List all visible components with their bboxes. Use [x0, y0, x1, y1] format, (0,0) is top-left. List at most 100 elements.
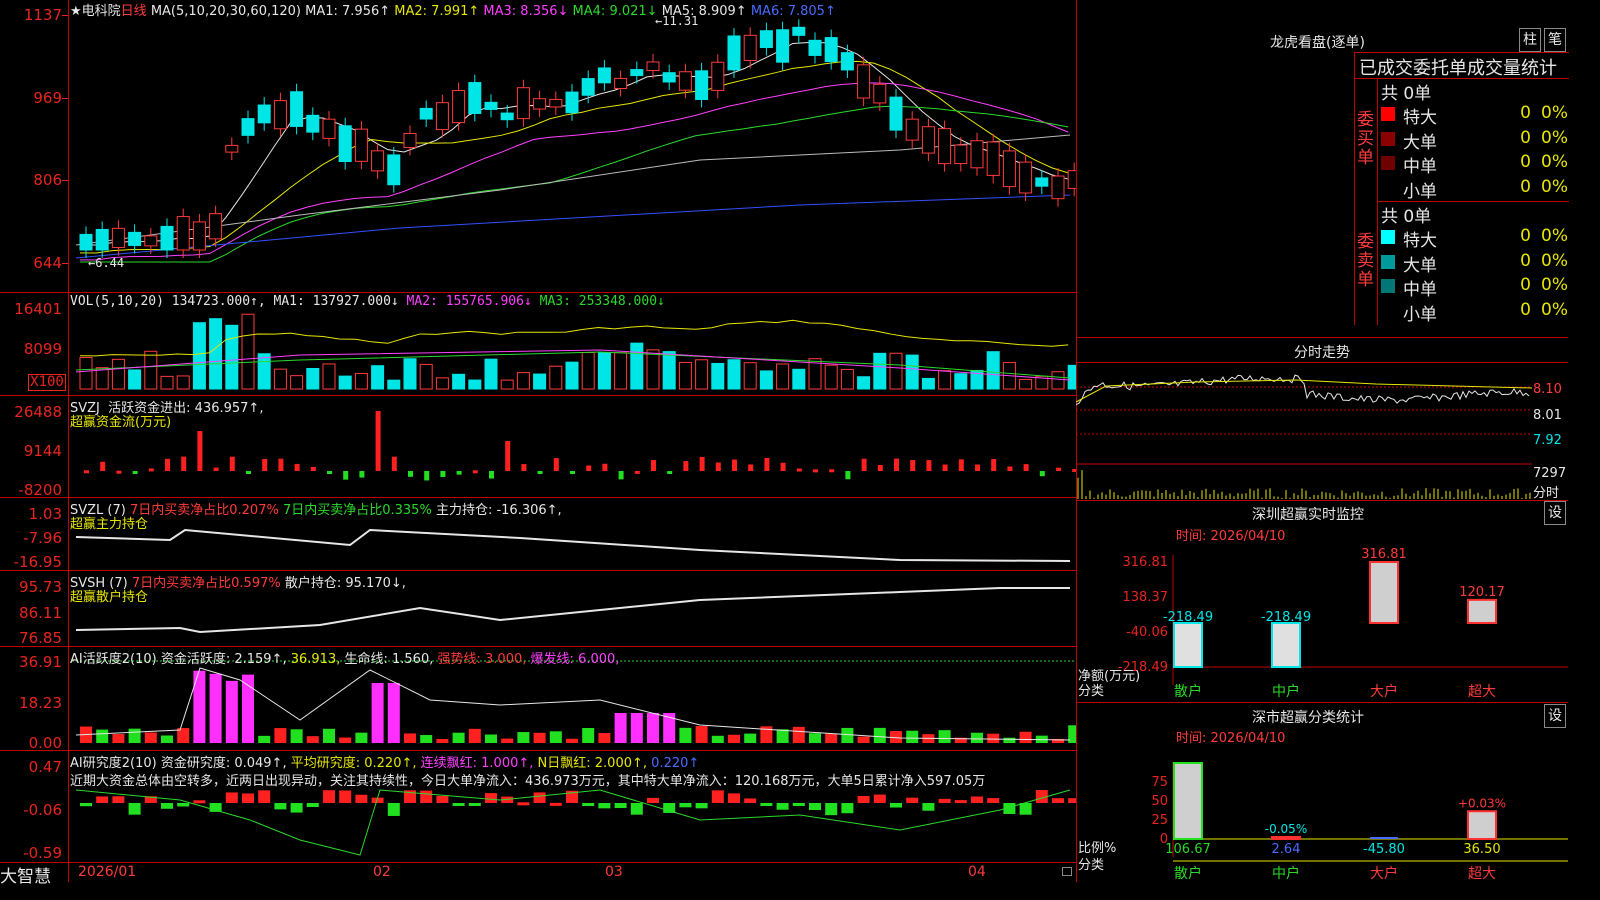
- kline-chart[interactable]: [0, 0, 1076, 882]
- monitor-bar-label: -218.49: [1163, 610, 1213, 625]
- candle: [241, 118, 255, 136]
- fund-flow-bar: [148, 468, 154, 472]
- ai-active-title: AI活跃度2(10): [70, 652, 157, 667]
- candle: [452, 90, 466, 124]
- candle: [1002, 150, 1016, 188]
- candle: [500, 112, 514, 121]
- candle: [986, 141, 1000, 176]
- candle: [144, 235, 158, 247]
- ai-lifeline: 生命线: 1.560,: [344, 652, 434, 667]
- svzl-net-a: 7日内买卖净占比0.207%: [129, 503, 279, 518]
- vol-ma-value-2: MA2: 155765.906↓: [398, 294, 532, 309]
- candle: [581, 78, 595, 96]
- fund-flow-bar: [262, 458, 268, 471]
- vol-bar: [354, 372, 368, 390]
- sz-bar-tag: +0.03%: [1458, 796, 1506, 810]
- candle: [79, 233, 93, 251]
- activity-bar: [582, 727, 595, 743]
- vol-bar: [452, 373, 466, 390]
- lock-icon[interactable]: [1062, 867, 1072, 876]
- monitor-category: 大户: [1370, 683, 1398, 700]
- fund-flow-bar: [489, 471, 494, 479]
- color-swatch: [1381, 180, 1395, 195]
- monitor-settings-button[interactable]: 设: [1544, 501, 1566, 525]
- vol-bar: [111, 358, 125, 390]
- fund-flow-bar: [829, 469, 835, 473]
- order-type: 大单: [1403, 132, 1437, 153]
- fund-flow-bar: [537, 471, 543, 474]
- order-count: 0: [1520, 103, 1531, 123]
- ai-active-value: 资金活跃度: 2.159↑,: [160, 652, 287, 667]
- research-bar: [711, 790, 724, 803]
- vol-bar: [727, 359, 741, 390]
- candle: [290, 91, 304, 127]
- activity-bar: [468, 728, 481, 743]
- monitor-axis-tick: 316.81: [1123, 555, 1169, 570]
- brand-logo: 大智慧: [0, 867, 51, 887]
- intraday-chart[interactable]: [1076, 362, 1532, 500]
- sell-side-label: 委卖单: [1357, 232, 1374, 290]
- research-bar: [339, 790, 352, 803]
- research-bar: [695, 803, 708, 809]
- vol-bar: [597, 352, 611, 390]
- vol-bar: [840, 368, 854, 390]
- activity-bar: [387, 683, 400, 743]
- tick-mode-button[interactable]: 笔: [1544, 28, 1566, 52]
- vol-bar: [387, 379, 401, 390]
- intraday-tick: 8.10: [1533, 382, 1562, 397]
- bar-mode-button[interactable]: 柱: [1519, 28, 1541, 52]
- fund-flow-bar: [813, 469, 818, 473]
- sz-stats-settings-button[interactable]: 设: [1544, 704, 1566, 728]
- research-bar: [452, 803, 465, 806]
- research-bar: [938, 798, 951, 803]
- activity-bar: [209, 673, 222, 743]
- main-holding-line: [75, 528, 1071, 562]
- color-swatch: [1381, 230, 1395, 244]
- research-bar: [614, 803, 627, 809]
- fund-flow-bar: [861, 458, 867, 471]
- activity-bar: [436, 738, 449, 743]
- monitor-category: 超大: [1468, 684, 1496, 700]
- ai-commentary: 近期大资金总体由空转多，近两日出现异动，关注其持续性，今日大单净流入：436.9…: [70, 774, 986, 789]
- ai-continuous-red: 连续飘红: 1.000↑,: [420, 756, 534, 771]
- order-row: 小单 0 0%: [1377, 299, 1589, 325]
- research-bar: [242, 793, 254, 803]
- candle: [128, 231, 142, 246]
- candle: [1051, 175, 1065, 200]
- ma-line-1: [79, 41, 1069, 246]
- fund-flow-bar: [181, 456, 187, 471]
- sz-category: 超大: [1468, 866, 1496, 882]
- fund-flow-bar: [424, 471, 430, 481]
- candle: [468, 82, 482, 114]
- order-row: 大单 0 0%: [1377, 250, 1589, 276]
- vol-bar: [257, 353, 271, 390]
- vol-bar: [241, 313, 255, 390]
- candle: [938, 128, 952, 165]
- research-bar: [355, 794, 368, 803]
- sz-axis-tick: 50: [1151, 794, 1168, 809]
- monitor-bar: [1271, 622, 1301, 668]
- activity-bar: [533, 732, 546, 743]
- candle: [597, 67, 611, 84]
- activity-bar: [630, 713, 643, 743]
- vol-bar: [516, 372, 530, 390]
- candle: [808, 39, 822, 56]
- vol-bar: [630, 342, 644, 390]
- candle: [533, 98, 547, 110]
- vol-bar: [581, 352, 595, 390]
- order-row: 大单 0 0%: [1377, 127, 1589, 153]
- period-label[interactable]: 日线: [121, 4, 147, 19]
- vol-bar: [435, 377, 449, 390]
- vol-bar: [711, 362, 725, 390]
- order-count: 0: [1520, 127, 1531, 148]
- stock-name[interactable]: ★电科院: [70, 4, 121, 19]
- vol-bar: [792, 368, 806, 390]
- fund-flow-bar: [327, 471, 332, 474]
- candle: [516, 87, 530, 120]
- activity-bar: [355, 732, 368, 743]
- monitor-bar-label: 120.17: [1459, 585, 1505, 600]
- order-count: 0: [1520, 250, 1531, 271]
- activity-bar: [371, 683, 384, 743]
- research-bar: [436, 795, 449, 803]
- fund-flow-bar: [602, 463, 608, 471]
